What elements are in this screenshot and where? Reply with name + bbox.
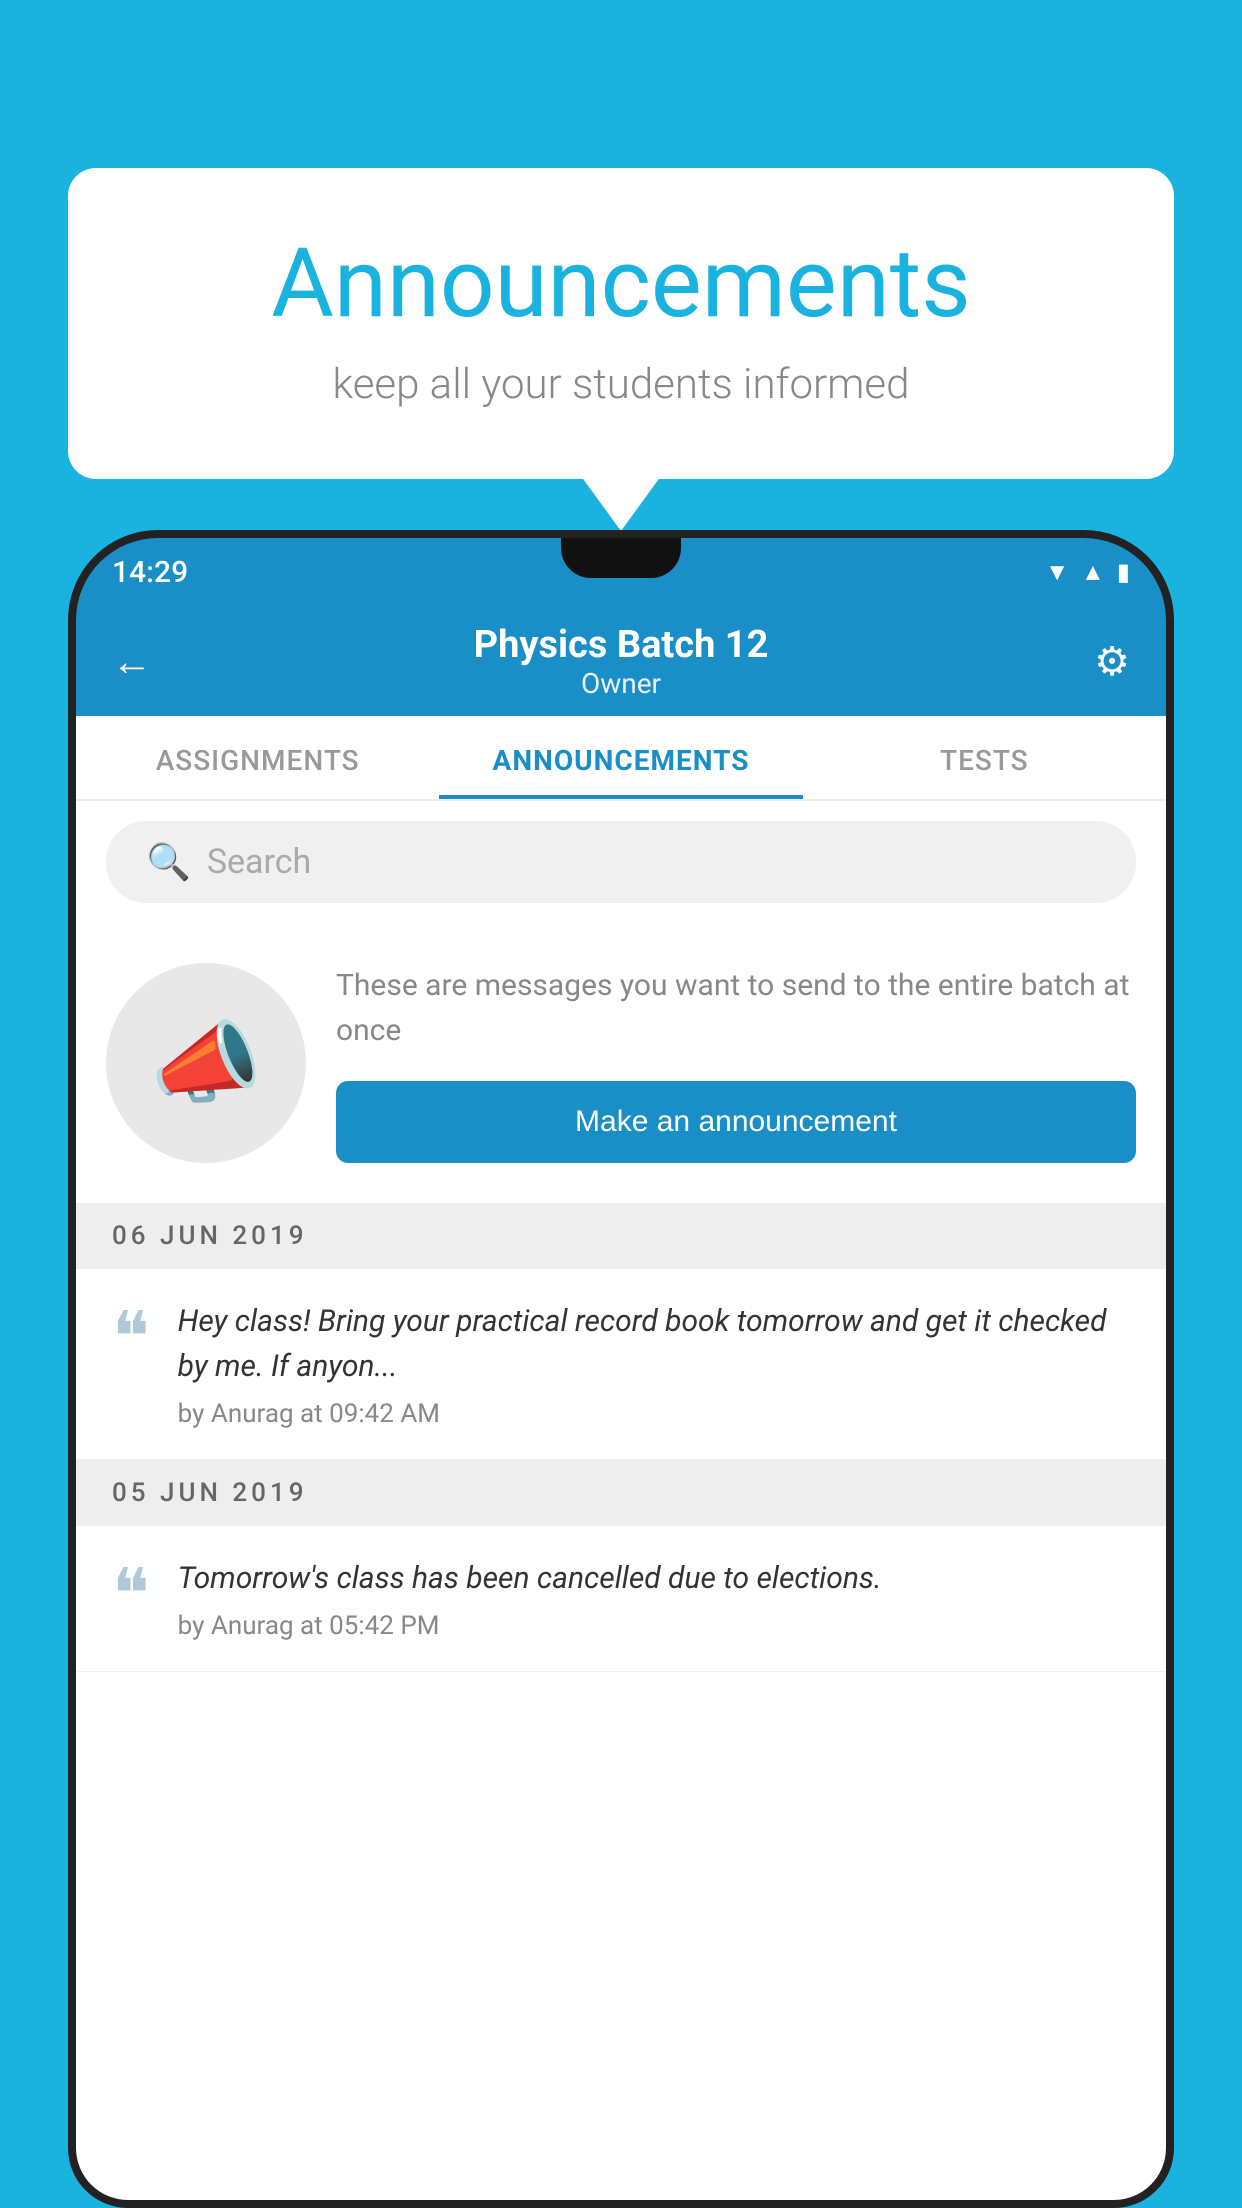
announcement-description: These are messages you want to send to t… [336, 963, 1136, 1053]
tab-bar: ASSIGNMENTS ANNOUNCEMENTS TESTS [76, 716, 1166, 801]
announcement-item-1[interactable]: ❝ Hey class! Bring your practical record… [76, 1269, 1166, 1460]
bubble-title: Announcements [148, 228, 1094, 340]
header-title-group: Physics Batch 12 Owner [474, 623, 769, 700]
date-divider-1: 06 JUN 2019 [76, 1203, 1166, 1269]
quote-icon-2: ❝ [112, 1560, 150, 1630]
announcement-meta-2: by Anurag at 05:42 PM [178, 1611, 1130, 1641]
tab-announcements[interactable]: ANNOUNCEMENTS [439, 716, 802, 799]
bubble-subtitle: keep all your students informed [148, 360, 1094, 409]
announcement-right: These are messages you want to send to t… [336, 963, 1136, 1163]
status-bar: 14:29 ▼ ▲ ▮ [76, 538, 1166, 606]
header-title: Physics Batch 12 [474, 623, 769, 667]
phone-frame: 14:29 ▼ ▲ ▮ ← Physics Batch 12 Owner ⚙ A… [68, 530, 1174, 2208]
back-button[interactable]: ← [112, 638, 172, 685]
announcement-prompt: 📣 These are messages you want to send to… [76, 923, 1166, 1203]
status-time: 14:29 [112, 555, 188, 590]
announcement-meta-1: by Anurag at 09:42 AM [178, 1399, 1130, 1429]
megaphone-circle: 📣 [106, 963, 306, 1163]
search-placeholder: Search [207, 842, 311, 882]
app-header: ← Physics Batch 12 Owner ⚙ [76, 606, 1166, 716]
wifi-icon: ▼ [1045, 558, 1069, 587]
phone-notch [561, 538, 681, 578]
battery-icon: ▮ [1117, 558, 1130, 586]
tab-tests[interactable]: TESTS [803, 716, 1166, 799]
header-subtitle: Owner [474, 667, 769, 700]
status-icons: ▼ ▲ ▮ [1045, 558, 1130, 587]
quote-icon-1: ❝ [112, 1303, 150, 1373]
search-bar-container: 🔍 Search [76, 801, 1166, 923]
announcement-item-2[interactable]: ❝ Tomorrow's class has been cancelled du… [76, 1526, 1166, 1672]
signal-icon: ▲ [1081, 558, 1105, 587]
search-input[interactable]: 🔍 Search [106, 821, 1136, 903]
megaphone-icon: 📣 [150, 1011, 262, 1116]
make-announcement-button[interactable]: Make an announcement [336, 1081, 1136, 1163]
gear-icon[interactable]: ⚙ [1070, 638, 1130, 685]
date-divider-2: 05 JUN 2019 [76, 1460, 1166, 1526]
announcement-text-1: Hey class! Bring your practical record b… [178, 1299, 1130, 1389]
announcement-content-1: Hey class! Bring your practical record b… [178, 1299, 1130, 1429]
announcement-content-2: Tomorrow's class has been cancelled due … [178, 1556, 1130, 1641]
announcement-text-2: Tomorrow's class has been cancelled due … [178, 1556, 1130, 1601]
search-icon: 🔍 [146, 841, 191, 883]
speech-bubble-card: Announcements keep all your students inf… [68, 168, 1174, 479]
tab-assignments[interactable]: ASSIGNMENTS [76, 716, 439, 799]
phone-content: 🔍 Search 📣 These are messages you want t… [76, 801, 1166, 2208]
